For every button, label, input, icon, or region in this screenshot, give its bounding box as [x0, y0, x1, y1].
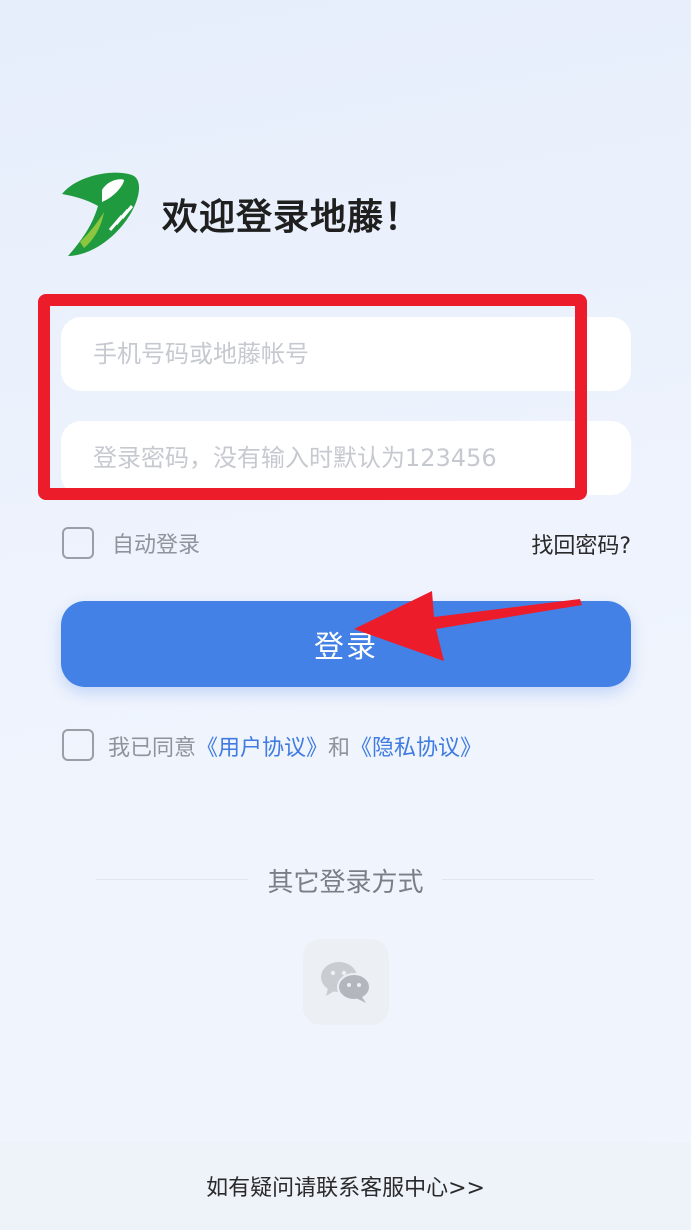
- privacy-agreement-link[interactable]: 《隐私协议》: [350, 736, 482, 761]
- login-button-label: 登录: [314, 630, 378, 665]
- contact-support-link[interactable]: 如有疑问请联系客服中心>>: [206, 1170, 485, 1202]
- login-button[interactable]: 登录: [61, 601, 631, 687]
- app-logo-icon: [58, 166, 140, 258]
- account-input[interactable]: [61, 317, 631, 391]
- wechat-icon: [321, 962, 371, 1003]
- forgot-password-link[interactable]: 找回密码?: [531, 528, 631, 560]
- agreement-prefix: 我已同意: [108, 736, 197, 761]
- other-login-title: 其它登录方式: [267, 868, 424, 898]
- footer-bar: 如有疑问请联系客服中心>>: [0, 1142, 691, 1230]
- agreement-conjunction: 和: [328, 736, 351, 761]
- auto-login-label: 自动登录: [112, 533, 201, 558]
- wechat-login-button[interactable]: [303, 939, 389, 1025]
- agreement-row: 我已同意《用户协议》和《隐私协议》: [108, 730, 482, 762]
- auto-login-checkbox[interactable]: [62, 527, 94, 559]
- user-agreement-link[interactable]: 《用户协议》: [196, 736, 328, 761]
- welcome-title: 欢迎登录地藤！: [162, 197, 422, 238]
- agreement-checkbox[interactable]: [62, 729, 94, 761]
- password-input[interactable]: [61, 421, 631, 495]
